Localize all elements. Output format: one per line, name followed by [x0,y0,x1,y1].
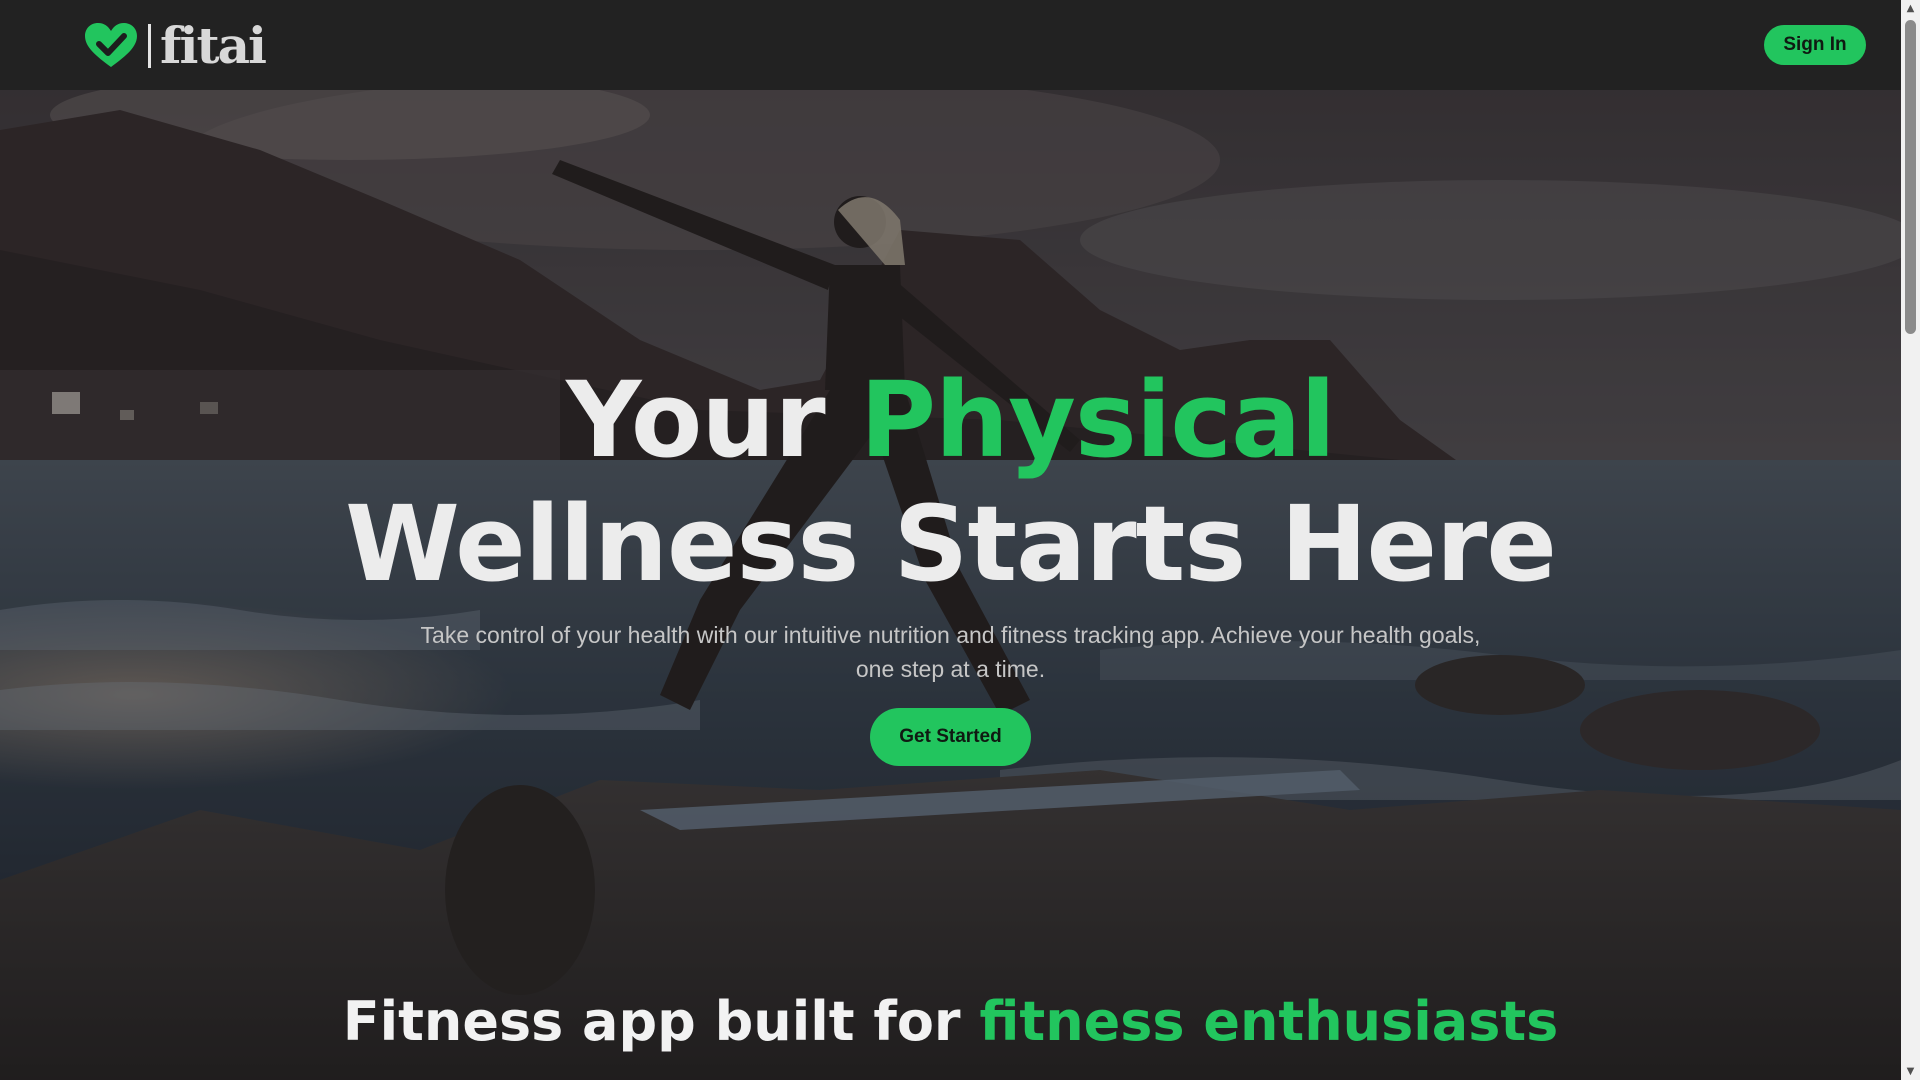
get-started-button[interactable]: Get Started [870,708,1031,766]
hero-headline: Your Physical Wellness Starts Here [0,358,1901,606]
triangle-down-icon[interactable]: ▼ [1901,1063,1920,1080]
section-title-accent: fitness enthusiasts [979,990,1559,1053]
heart-check-icon [85,23,137,67]
section-title-part-1: Fitness app built for [342,990,980,1053]
hero-subtitle: Take control of your health with our int… [420,622,1481,682]
brand-wordmark: fitai [160,16,267,75]
hero-section: Your Physical Wellness Starts Here Take … [0,90,1901,1080]
triangle-up-icon[interactable]: ▲ [1901,0,1920,17]
headline-part-1: Your [566,359,860,481]
top-navbar: fitai Sign In [0,0,1901,90]
section-title: Fitness app built for fitness enthusiast… [0,990,1901,1054]
landing-page: fitai Sign In Your Physical Wellness Sta… [0,0,1920,1080]
sign-in-button[interactable]: Sign In [1764,25,1866,65]
scrollbar-thumb[interactable] [1905,20,1916,334]
headline-part-2: Wellness Starts Here [345,483,1557,605]
headline-accent: Physical [859,359,1336,481]
brand-logo[interactable]: fitai [84,16,267,75]
logo-divider [148,24,151,68]
page-scrollbar[interactable]: ▲ ▼ [1901,0,1920,1080]
